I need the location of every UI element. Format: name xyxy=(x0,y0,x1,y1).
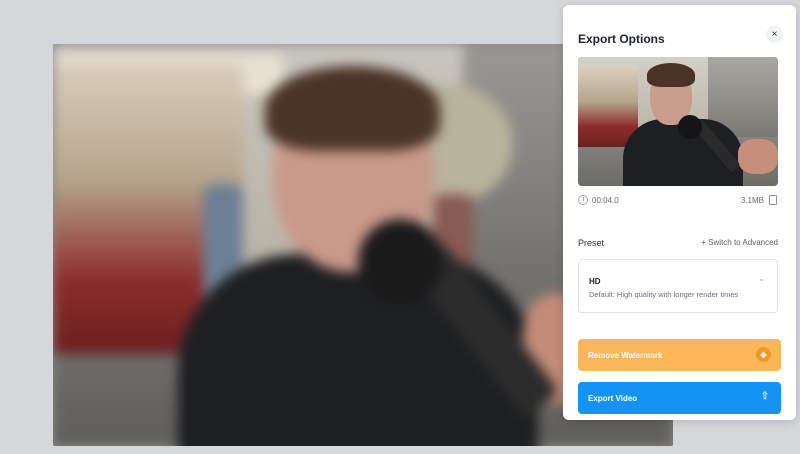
export-video-button[interactable]: Export Video ⇧ xyxy=(578,382,781,414)
video-thumbnail xyxy=(578,57,778,186)
export-video-label: Export Video xyxy=(588,394,638,403)
remove-watermark-button[interactable]: Remove Watermark ◆ xyxy=(578,339,781,371)
clock-icon xyxy=(578,195,588,205)
export-options-panel: Export Options × 00:04.0 3.1MB Preset + … xyxy=(563,5,796,420)
preset-dropdown[interactable]: HD Default: High quality with longer ren… xyxy=(578,259,778,313)
upload-icon: ⇧ xyxy=(760,391,770,402)
diamond-icon: ◆ xyxy=(756,347,771,362)
preset-label: Preset xyxy=(578,238,605,248)
close-button[interactable]: × xyxy=(766,26,783,43)
chevron-down-icon: ⌄ xyxy=(758,274,765,283)
switch-to-advanced-link[interactable]: + Switch to Advanced xyxy=(701,238,778,247)
file-size-text: 3.1MB xyxy=(740,196,764,205)
panel-title: Export Options xyxy=(578,32,665,46)
close-icon: × xyxy=(771,29,778,40)
media-meta: 00:04.0 3.1MB xyxy=(578,195,778,209)
file-icon xyxy=(769,195,777,205)
duration-text: 00:04.0 xyxy=(592,196,619,205)
preset-name: HD xyxy=(589,277,601,286)
preset-description: Default: High quality with longer render… xyxy=(589,290,739,299)
remove-watermark-label: Remove Watermark xyxy=(588,351,663,360)
